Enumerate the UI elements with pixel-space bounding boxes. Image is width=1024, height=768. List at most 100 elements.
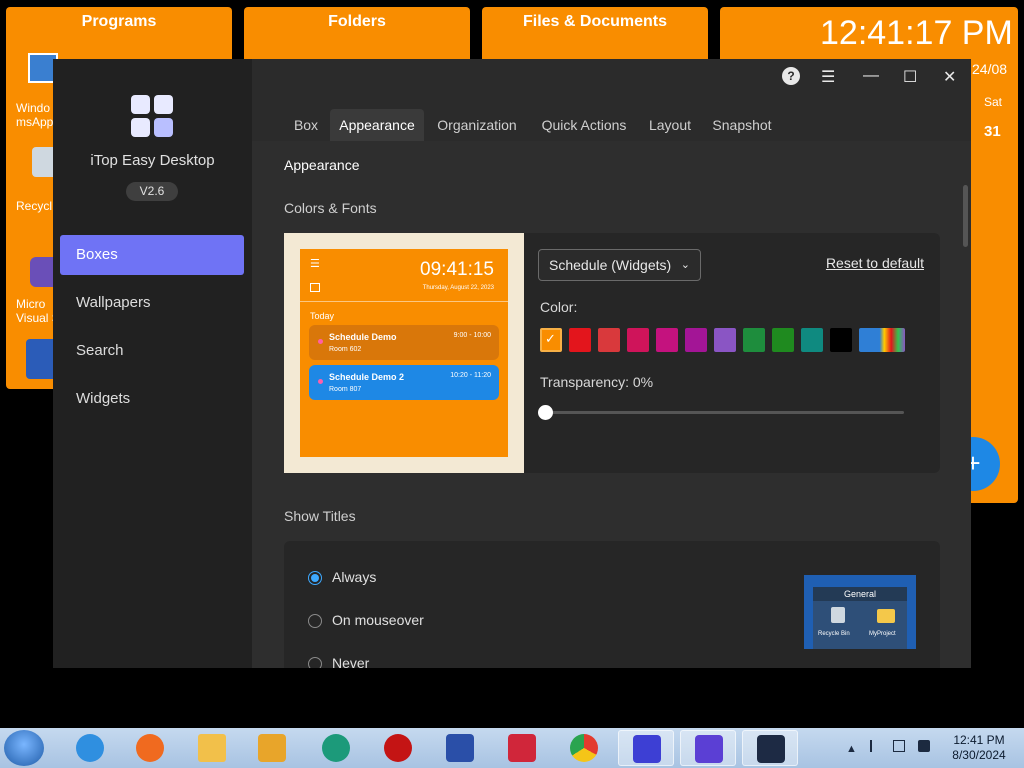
desktop-icon-label: msApp: [16, 115, 54, 129]
transparency-slider-track[interactable]: [546, 411, 904, 414]
colors-fonts-card: ☰ 09:41:15 Thursday, August 22, 2023 Tod…: [284, 233, 940, 473]
help-icon[interactable]: ?: [782, 67, 800, 85]
calendar-day[interactable]: 31: [984, 123, 1001, 140]
taskbar-ie[interactable]: [62, 730, 118, 766]
preview-event: Schedule Demo 2 Room 807 10:20 - 11:20: [309, 365, 499, 400]
swatch-orange[interactable]: [540, 328, 562, 352]
desktop-icon-label: Recycl: [16, 199, 53, 213]
sidebar: iTop Easy Desktop V2.6 Boxes Wallpapers …: [53, 59, 252, 668]
flag-icon[interactable]: [869, 740, 880, 752]
event-time: 9:00 - 10:00: [453, 332, 491, 339]
taskbar-explorer[interactable]: [184, 730, 240, 766]
dropdown-value: Schedule (Widgets): [549, 257, 672, 273]
tray-expand-icon[interactable]: ▲: [846, 743, 857, 755]
radio-button[interactable]: [308, 571, 322, 585]
taskbar-chrome[interactable]: [556, 730, 612, 766]
close-button[interactable]: ✕: [943, 67, 956, 87]
transparency-slider-handle[interactable]: [538, 405, 553, 420]
event-time: 10:20 - 11:20: [450, 372, 491, 379]
tab-box[interactable]: Box: [282, 109, 330, 141]
app-icon: [508, 734, 536, 762]
tab-snapshot[interactable]: Snapshot: [706, 109, 778, 141]
maximize-button[interactable]: ☐: [903, 67, 917, 87]
swatch-black[interactable]: [830, 328, 852, 352]
swatch-red[interactable]: [569, 328, 591, 352]
taskbar-clock[interactable]: 12:41 PM 8/30/2024: [944, 733, 1014, 763]
desktop-icon-label: Windo: [16, 101, 51, 115]
custom-color-picker[interactable]: [859, 328, 905, 352]
taskbar-itop-easy-desktop[interactable]: [742, 730, 798, 766]
swatch-crimson[interactable]: [627, 328, 649, 352]
app-icon: [384, 734, 412, 762]
tab-layout[interactable]: Layout: [642, 109, 698, 141]
network-icon[interactable]: [893, 740, 906, 752]
firefox-icon: [136, 734, 164, 762]
swatch-magenta[interactable]: [656, 328, 678, 352]
preview-today-label: Today: [310, 311, 335, 321]
minimize-button[interactable]: —: [863, 67, 879, 85]
preview-date: Thursday, August 22, 2023: [422, 285, 494, 291]
desktop-clock: 12:41:17 PM: [820, 14, 1013, 52]
taskbar-firefox[interactable]: [122, 730, 178, 766]
taskbar-app[interactable]: [308, 730, 364, 766]
settings-window: iTop Easy Desktop V2.6 Boxes Wallpapers …: [53, 59, 971, 668]
show-titles-card: Always On mouseover Never General Recycl…: [284, 541, 940, 668]
taskbar-media-player[interactable]: [244, 730, 300, 766]
preview-box-title: General: [813, 587, 907, 601]
nav-widgets[interactable]: Widgets: [60, 379, 244, 419]
tab-organization[interactable]: Organization: [430, 109, 524, 141]
fence-folders[interactable]: Folders: [244, 7, 470, 67]
app-icon: [446, 734, 474, 762]
swatch-purple[interactable]: [685, 328, 707, 352]
nav-wallpapers[interactable]: Wallpapers: [60, 283, 244, 323]
swatch-violet[interactable]: [714, 328, 736, 352]
nav-search[interactable]: Search: [60, 331, 244, 371]
version-badge: V2.6: [126, 182, 178, 201]
hamburger-icon: ☰: [310, 258, 320, 270]
nav-boxes[interactable]: Boxes: [60, 235, 244, 275]
taskbar-app[interactable]: [680, 730, 736, 766]
reset-to-default-link[interactable]: Reset to default: [826, 255, 924, 271]
chrome-icon: [570, 734, 598, 762]
widget-preview: ☰ 09:41:15 Thursday, August 22, 2023 Tod…: [284, 233, 524, 473]
volume-muted-icon[interactable]: [918, 740, 931, 752]
menu-icon[interactable]: ☰: [821, 67, 835, 87]
taskbar-app[interactable]: [370, 730, 426, 766]
media-player-icon: [258, 734, 286, 762]
start-button[interactable]: [4, 730, 44, 766]
internet-explorer-icon: [76, 734, 104, 762]
radio-label: On mouseover: [332, 612, 424, 628]
event-title: Schedule Demo: [329, 332, 397, 342]
taskbar-app[interactable]: [432, 730, 488, 766]
tab-quick-actions[interactable]: Quick Actions: [534, 109, 634, 141]
preview-box: General Recycle Bin MyProject: [813, 587, 907, 649]
widget-type-dropdown[interactable]: Schedule (Widgets) ⌄: [538, 249, 701, 281]
transparency-label: Transparency: 0%: [540, 374, 654, 390]
calendar-weekday: Sat: [984, 95, 1003, 109]
swatch-dark-green[interactable]: [772, 328, 794, 352]
taskbar-app[interactable]: [494, 730, 550, 766]
preview-event: Schedule Demo Room 602 9:00 - 10:00: [309, 325, 499, 360]
tab-appearance[interactable]: Appearance: [330, 109, 424, 141]
taskbar-app[interactable]: [618, 730, 674, 766]
app-name: iTop Easy Desktop: [90, 152, 215, 169]
app-icon: [695, 735, 723, 763]
color-label: Color:: [540, 299, 578, 315]
preview-time: 09:41:15: [420, 259, 494, 280]
preview-widget: ☰ 09:41:15 Thursday, August 22, 2023 Tod…: [300, 249, 508, 457]
system-tray: ▲: [846, 740, 931, 755]
radio-button[interactable]: [308, 657, 322, 668]
fence-files-documents[interactable]: Files & Documents: [482, 7, 708, 67]
swatch-teal[interactable]: [801, 328, 823, 352]
app-logo-icon: [131, 95, 173, 137]
scrollbar[interactable]: [963, 185, 968, 247]
chevron-down-icon: ⌄: [680, 259, 690, 271]
calendar-icon: [310, 283, 320, 292]
fence-title: Programs: [81, 13, 157, 30]
swatch-green[interactable]: [743, 328, 765, 352]
radio-button[interactable]: [308, 614, 322, 628]
desktop-icon-label: Micro: [16, 297, 46, 311]
preview-item-label: MyProject: [869, 631, 896, 637]
swatch-coral-red[interactable]: [598, 328, 620, 352]
taskbar-date: 8/30/2024: [952, 748, 1006, 762]
